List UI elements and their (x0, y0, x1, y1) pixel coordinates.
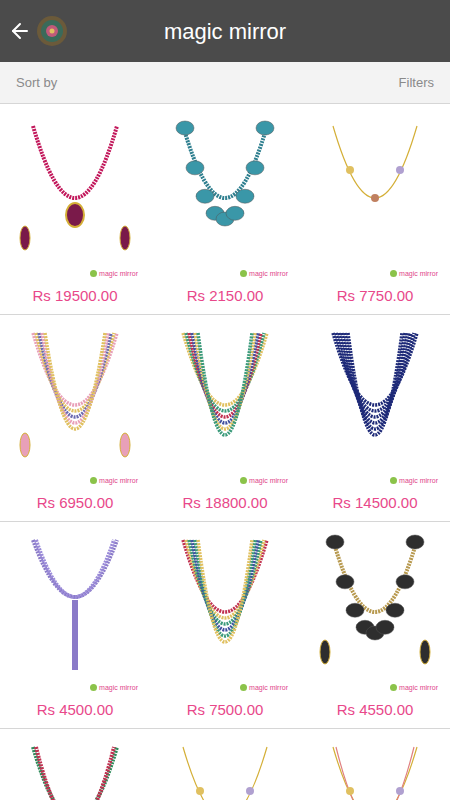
necklace-icon (315, 327, 435, 472)
product-card[interactable]: magic mirror Rs 14500.00 (300, 315, 450, 521)
product-price: Rs 4550.00 (337, 699, 414, 722)
product-price: Rs 7750.00 (337, 285, 414, 308)
brand-logo: magic mirror (0, 472, 150, 488)
necklace-icon (315, 120, 435, 265)
product-card[interactable]: magic mirror Rs 7750.00 (300, 108, 450, 314)
necklace-icon (315, 741, 435, 800)
necklace-icon (165, 741, 285, 800)
product-card[interactable]: magic mirror Rs 4550.00 (300, 522, 450, 728)
product-card[interactable]: magic mirror Rs 7500.00 (150, 522, 300, 728)
product-card[interactable]: magic mirror Rs 19500.00 (0, 108, 150, 314)
necklace-icon (15, 327, 135, 472)
necklace-icon (165, 120, 285, 265)
necklace-icon (165, 534, 285, 679)
brand-logo: magic mirror (0, 679, 150, 695)
product-price: Rs 6950.00 (37, 492, 114, 515)
brand-logo: magic mirror (300, 679, 450, 695)
product-card[interactable]: magic mirror Rs 18800.00 (150, 315, 300, 521)
product-grid: magic mirror Rs 19500.00 magic mirror Rs 21… (0, 104, 450, 800)
product-price: Rs 7500.00 (187, 699, 264, 722)
necklace-icon (15, 534, 135, 679)
product-price: Rs 14500.00 (332, 492, 417, 515)
product-row: magic mirror Rs 19500.00 magic mirror Rs 21… (0, 108, 450, 315)
product-price: Rs 19500.00 (32, 285, 117, 308)
brand-logo: magic mirror (300, 265, 450, 281)
back-arrow-icon[interactable] (8, 19, 32, 43)
product-row (0, 729, 450, 800)
brand-logo-icon (36, 15, 68, 47)
page-title: magic mirror (0, 15, 450, 48)
header: magic mirror (0, 0, 450, 62)
necklace-icon (15, 741, 135, 800)
filters-button[interactable]: Filters (399, 73, 434, 93)
brand-logo: magic mirror (150, 472, 300, 488)
brand-logo: magic mirror (150, 679, 300, 695)
necklace-icon (165, 327, 285, 472)
product-card[interactable]: magic mirror Rs 4500.00 (0, 522, 150, 728)
product-price: Rs 4500.00 (37, 699, 114, 722)
necklace-icon (315, 534, 435, 679)
brand-logo: magic mirror (300, 472, 450, 488)
brand-logo: magic mirror (0, 265, 150, 281)
brand-logo: magic mirror (150, 265, 300, 281)
product-row: magic mirror Rs 4500.00 magic mirror Rs 750… (0, 522, 450, 729)
toolbar: Sort by Filters (0, 62, 450, 104)
sort-button[interactable]: Sort by (16, 73, 57, 93)
product-card[interactable] (150, 729, 300, 800)
product-price: Rs 2150.00 (187, 285, 264, 308)
product-card[interactable] (0, 729, 150, 800)
necklace-icon (15, 120, 135, 265)
product-card[interactable]: magic mirror Rs 6950.00 (0, 315, 150, 521)
product-price: Rs 18800.00 (182, 492, 267, 515)
product-card[interactable]: magic mirror Rs 2150.00 (150, 108, 300, 314)
product-row: magic mirror Rs 6950.00 magic mirror Rs 188… (0, 315, 450, 522)
product-card[interactable] (300, 729, 450, 800)
